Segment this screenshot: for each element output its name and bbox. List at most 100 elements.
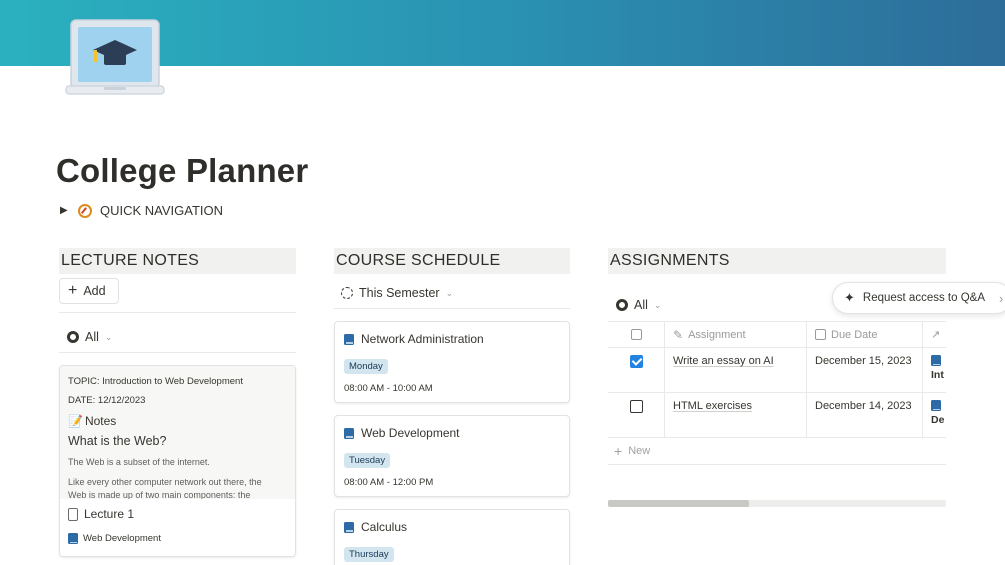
new-row-button[interactable]: + New (608, 438, 946, 465)
document-icon (68, 507, 78, 521)
note-title[interactable]: Lecture 1 (84, 507, 134, 521)
assignment-name[interactable]: HTML exercises (673, 400, 752, 412)
view-circle-icon (616, 299, 628, 311)
request-qa-label: Request access to Q&A (862, 292, 985, 304)
lecture-notes-header: LECTURE NOTES (59, 248, 296, 274)
horizontal-scrollbar[interactable] (608, 500, 946, 507)
assignments-header: ASSIGNMENTS (608, 248, 946, 274)
note-preview: TOPIC: Introduction to Web Development D… (60, 366, 295, 499)
relation-label[interactable]: De (931, 414, 944, 426)
course-time: 08:00 AM - 12:00 PM (344, 477, 434, 488)
due-date-cell[interactable]: December 15, 2023 (807, 348, 923, 392)
day-tag: Monday (344, 359, 388, 374)
note-date: DATE: 12/12/2023 (68, 395, 146, 406)
assignment-column-header[interactable]: ✎ Assignment (665, 322, 807, 347)
course-name: Network Administration (361, 332, 484, 346)
assignment-name[interactable]: Write an essay on AI (673, 355, 774, 367)
memo-icon: 📝 (68, 414, 83, 428)
triangle-right-icon[interactable]: ▶ (60, 205, 70, 216)
assignments-section: ASSIGNMENTS All ⌄ ✎ Assignment Due Date … (608, 248, 946, 465)
course-name: Calculus (361, 520, 408, 534)
note-card-body: Lecture 1 Web Development (60, 499, 295, 552)
due-date: December 15, 2023 (815, 355, 912, 367)
book-icon (344, 333, 354, 345)
due-date-cell[interactable]: December 14, 2023 (807, 393, 923, 437)
chevron-right-icon: › (999, 290, 1004, 306)
day-tag: Thursday (344, 547, 394, 562)
course-relation-label[interactable]: Web Development (83, 533, 161, 544)
checkbox-column-header[interactable] (608, 322, 665, 347)
lecture-notes-section: LECTURE NOTES + Add All ⌄ TOPIC: Introdu… (59, 248, 296, 557)
book-icon (344, 521, 354, 533)
assignments-table: ✎ Assignment Due Date ↗ Write an essay o… (608, 321, 946, 465)
relation-column-header[interactable]: ↗ (923, 322, 946, 347)
view-selector[interactable]: This Semester ⌄ (341, 286, 453, 300)
relation-cell[interactable]: De (923, 393, 946, 437)
calendar-icon (815, 329, 826, 340)
checkbox-icon (630, 329, 642, 340)
course-card[interactable]: Web Development Tuesday 08:00 AM - 12:00… (334, 415, 570, 497)
note-question: What is the Web? (68, 434, 167, 448)
note-topic: TOPIC: Introduction to Web Development (68, 376, 243, 387)
plus-icon: + (614, 443, 623, 459)
quick-navigation-toggle[interactable]: ▶ QUICK NAVIGATION (60, 203, 223, 218)
add-label: Add (83, 284, 106, 298)
new-label: New (628, 445, 651, 457)
view-selector[interactable]: All ⌄ (67, 330, 112, 344)
note-title-row[interactable]: Lecture 1 (68, 507, 287, 521)
assignment-cell[interactable]: HTML exercises (665, 393, 807, 437)
view-label: All (634, 298, 648, 312)
add-button[interactable]: + Add (59, 278, 119, 304)
course-title-row: Web Development (344, 426, 560, 440)
view-selector[interactable]: All ⌄ (616, 298, 661, 312)
course-time: 08:00 AM - 10:00 AM (344, 383, 433, 394)
lecture-note-card[interactable]: TOPIC: Introduction to Web Development D… (59, 365, 296, 557)
table-header-row: ✎ Assignment Due Date ↗ (608, 321, 946, 348)
table-row[interactable]: Write an essay on AI December 15, 2023 I… (608, 348, 946, 393)
view-label: This Semester (359, 286, 440, 300)
course-schedule-section: COURSE SCHEDULE This Semester ⌄ Network … (334, 248, 570, 565)
relation-label[interactable]: Int (931, 369, 944, 381)
compass-icon (78, 203, 92, 218)
scrollbar-thumb[interactable] (608, 500, 749, 507)
divider (59, 312, 296, 313)
note-paragraph: The Web is a subset of the internet. (68, 457, 210, 467)
chevron-down-icon: ⌄ (104, 331, 113, 342)
sparkle-icon: ✦ (844, 290, 855, 305)
course-relation[interactable]: Web Development (68, 533, 287, 544)
assignment-cell[interactable]: Write an essay on AI (665, 348, 807, 392)
view-circle-icon (67, 331, 79, 343)
checkbox-checked[interactable] (629, 355, 643, 368)
course-title-row: Calculus (344, 520, 560, 534)
checkbox-cell[interactable] (608, 393, 665, 437)
book-icon (931, 355, 941, 366)
relation-cell[interactable]: Int (923, 348, 946, 392)
course-card[interactable]: Network Administration Monday 08:00 AM -… (334, 321, 570, 403)
quick-navigation-label[interactable]: QUICK NAVIGATION (100, 203, 223, 218)
course-schedule-header: COURSE SCHEDULE (334, 248, 570, 274)
book-icon (68, 533, 78, 544)
view-label: All (85, 330, 99, 344)
divider (334, 308, 570, 309)
due-date: December 14, 2023 (815, 400, 912, 412)
note-paragraph: Like every other computer network out th… (68, 477, 262, 499)
day-tag: Tuesday (344, 453, 391, 468)
checkbox-unchecked[interactable] (629, 400, 643, 413)
notes-heading: 📝 Notes (68, 414, 117, 428)
arrow-up-right-icon: ↗ (931, 329, 941, 341)
divider (59, 352, 296, 353)
course-name: Web Development (361, 426, 460, 440)
book-icon (931, 400, 941, 411)
chevron-down-icon: ⌄ (445, 287, 454, 298)
plus-icon: + (68, 282, 78, 299)
checkbox-cell[interactable] (608, 348, 665, 392)
laptop-graduation-icon[interactable] (64, 18, 166, 98)
request-qa-access-button[interactable]: ✦ Request access to Q&A › (832, 282, 1005, 314)
course-title-row: Network Administration (344, 332, 560, 346)
due-date-column-header[interactable]: Due Date (807, 322, 923, 347)
edit-icon: ✎ (673, 327, 684, 342)
table-row[interactable]: HTML exercises December 14, 2023 De (608, 393, 946, 438)
course-card[interactable]: Calculus Thursday (334, 509, 570, 565)
page-title: College Planner (56, 152, 309, 189)
dashed-circle-icon (341, 287, 353, 299)
